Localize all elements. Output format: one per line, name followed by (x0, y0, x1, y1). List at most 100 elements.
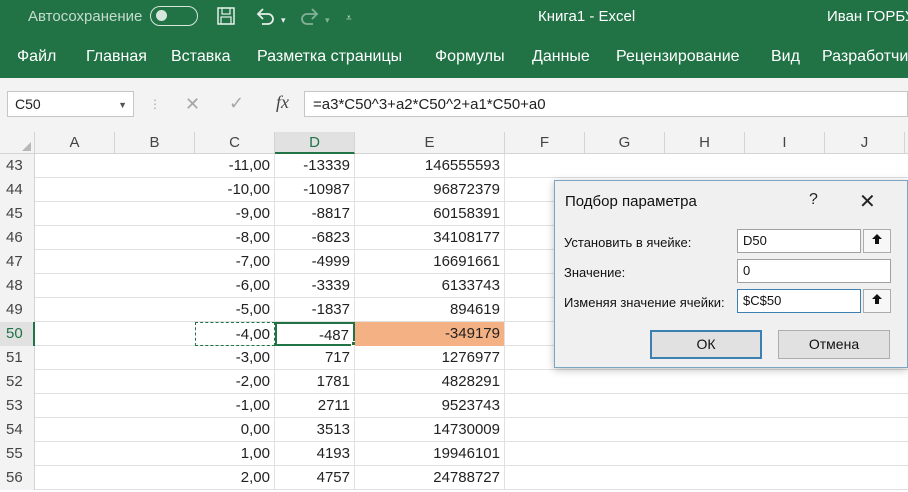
column-header-e[interactable]: E (355, 132, 505, 154)
row-header[interactable]: 44 (0, 178, 35, 202)
cell-d[interactable]: -4999 (275, 250, 355, 274)
cell-c[interactable]: -3,00 (195, 346, 275, 370)
user-name[interactable]: Иван ГОРБУ (827, 8, 908, 25)
cell-e[interactable]: 1276977 (355, 346, 505, 370)
cell-e[interactable]: 9523743 (355, 394, 505, 418)
row-header[interactable]: 43 (0, 154, 35, 178)
cell-c[interactable]: 0,00 (195, 418, 275, 442)
value-input[interactable]: 0 (737, 259, 891, 283)
insert-function-icon[interactable]: fx (276, 92, 289, 113)
tab-view[interactable]: Вид (771, 48, 800, 66)
row-header[interactable]: 55 (0, 442, 35, 466)
row-header[interactable]: 47 (0, 250, 35, 274)
cell-d[interactable]: 2711 (275, 394, 355, 418)
cancel-button[interactable]: Отмена (778, 330, 890, 359)
help-icon[interactable]: ? (809, 191, 818, 209)
cell-c[interactable]: -11,00 (195, 154, 275, 178)
tab-data[interactable]: Данные (532, 48, 590, 66)
cell-d[interactable]: -8817 (275, 202, 355, 226)
tab-review[interactable]: Рецензирование (616, 48, 740, 66)
tab-file[interactable]: Файл (17, 48, 56, 66)
cell-e[interactable]: 19946101 (355, 442, 505, 466)
tab-page-layout[interactable]: Разметка страницы (257, 48, 402, 66)
column-header-f[interactable]: F (505, 132, 585, 154)
tab-home[interactable]: Главная (86, 48, 147, 66)
customize-toolbar-icon[interactable]: ⩡ (346, 9, 352, 29)
row-header[interactable]: 56 (0, 466, 35, 490)
cell-c[interactable]: -7,00 (195, 250, 275, 274)
column-header-h[interactable]: H (665, 132, 745, 154)
cell-e[interactable]: 24788727 (355, 466, 505, 490)
cell-c[interactable]: 2,00 (195, 466, 275, 490)
save-icon[interactable] (216, 6, 236, 30)
cell-d[interactable]: 4757 (275, 466, 355, 490)
row-header[interactable]: 45 (0, 202, 35, 226)
name-box[interactable]: C50 ▼ (7, 91, 134, 117)
cell-d[interactable]: -1837 (275, 298, 355, 322)
close-icon[interactable]: ✕ (859, 189, 876, 214)
row-header[interactable]: 50 (0, 322, 35, 346)
chevron-down-icon[interactable]: ▼ (118, 100, 127, 110)
cancel-entry-icon[interactable]: ✕ (185, 94, 200, 115)
formula-input[interactable]: =a3*C50^3+a2*C50^2+a1*C50+a0 (304, 91, 908, 117)
changing-cell-input[interactable]: $C$50 (737, 289, 861, 313)
column-header-d[interactable]: D (275, 132, 355, 154)
row-header[interactable]: 48 (0, 274, 35, 298)
cell-c[interactable]: 1,00 (195, 442, 275, 466)
redo-dropdown-icon[interactable]: ▾ (325, 10, 330, 30)
column-header-a[interactable]: A (35, 132, 115, 154)
cell-e[interactable]: 14730009 (355, 418, 505, 442)
cell-e[interactable]: 16691661 (355, 250, 505, 274)
column-header-g[interactable]: G (585, 132, 665, 154)
cell-e[interactable]: 6133743 (355, 274, 505, 298)
select-all-corner[interactable] (0, 132, 35, 154)
tab-formulas[interactable]: Формулы (435, 48, 505, 66)
cell-d[interactable]: 4193 (275, 442, 355, 466)
column-header-b[interactable]: B (115, 132, 195, 154)
cell-d-active[interactable]: -487 (275, 322, 355, 346)
row-header[interactable]: 49 (0, 298, 35, 322)
row-header[interactable]: 53 (0, 394, 35, 418)
undo-dropdown-icon[interactable]: ▾ (281, 10, 286, 30)
cell-c[interactable]: -8,00 (195, 226, 275, 250)
cell-c[interactable]: -9,00 (195, 202, 275, 226)
collapse-dialog-icon[interactable] (863, 289, 891, 313)
cell-d[interactable]: -13339 (275, 154, 355, 178)
redo-icon[interactable] (299, 6, 321, 30)
row-header[interactable]: 46 (0, 226, 35, 250)
confirm-entry-icon[interactable]: ✓ (229, 93, 244, 114)
cell-c-copy-marquee[interactable]: -4,00 (195, 322, 275, 346)
cell-e[interactable]: 60158391 (355, 202, 505, 226)
cell-e-highlighted[interactable]: -349179 (355, 322, 505, 346)
cell-d[interactable]: -10987 (275, 178, 355, 202)
row-header[interactable]: 54 (0, 418, 35, 442)
autosave-toggle[interactable] (150, 6, 198, 26)
undo-icon[interactable] (254, 6, 276, 30)
column-header-c[interactable]: C (195, 132, 275, 154)
cell-e[interactable]: 4828291 (355, 370, 505, 394)
cell-c[interactable]: -2,00 (195, 370, 275, 394)
tab-developer[interactable]: Разработчи (822, 48, 908, 66)
collapse-dialog-icon[interactable] (863, 229, 891, 253)
cell-d[interactable]: 717 (275, 346, 355, 370)
cell-d[interactable]: -6823 (275, 226, 355, 250)
set-cell-input[interactable]: D50 (737, 229, 861, 253)
splitter-dots-icon[interactable]: ⋮ (149, 97, 161, 111)
column-header-i[interactable]: I (745, 132, 825, 154)
cell-d[interactable]: -3339 (275, 274, 355, 298)
tab-insert[interactable]: Вставка (171, 48, 230, 66)
cell-d[interactable]: 1781 (275, 370, 355, 394)
cell-c[interactable]: -1,00 (195, 394, 275, 418)
ok-button[interactable]: ОК (650, 330, 762, 359)
cell-e[interactable]: 96872379 (355, 178, 505, 202)
column-header-j[interactable]: J (825, 132, 905, 154)
cell-c[interactable]: -5,00 (195, 298, 275, 322)
cell-e[interactable]: 34108177 (355, 226, 505, 250)
cell-c[interactable]: -6,00 (195, 274, 275, 298)
cell-d[interactable]: 3513 (275, 418, 355, 442)
cell-c[interactable]: -10,00 (195, 178, 275, 202)
cell-e[interactable]: 146555593 (355, 154, 505, 178)
row-header[interactable]: 51 (0, 346, 35, 370)
cell-e[interactable]: 894619 (355, 298, 505, 322)
row-header[interactable]: 52 (0, 370, 35, 394)
